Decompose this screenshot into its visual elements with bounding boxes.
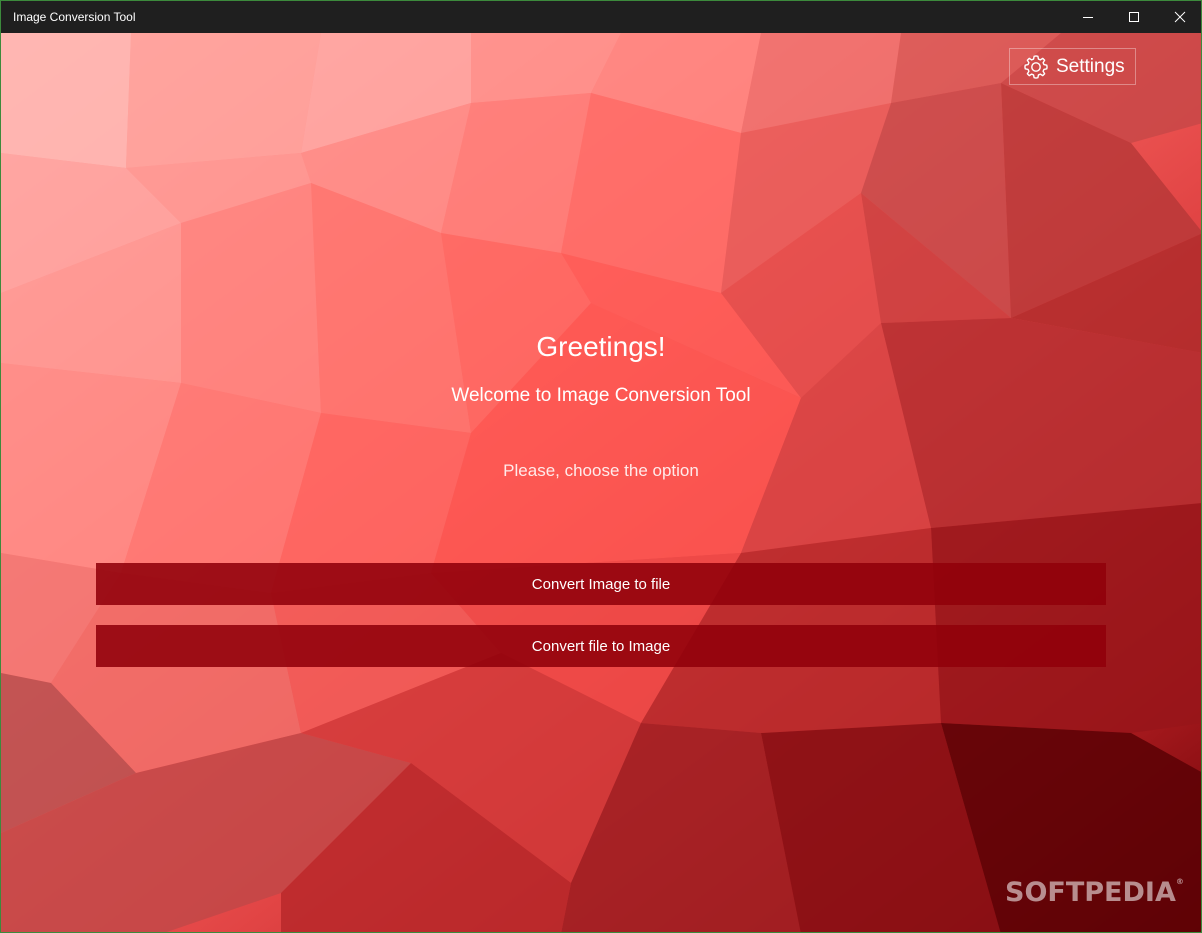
minimize-button[interactable] [1065, 1, 1111, 33]
close-icon [1174, 11, 1186, 23]
softpedia-watermark: SOFTPEDIA® [1005, 877, 1184, 908]
settings-button[interactable]: Settings [1009, 48, 1136, 85]
close-button[interactable] [1157, 1, 1201, 33]
title-bar[interactable]: Image Conversion Tool [1, 1, 1201, 33]
welcome-subtitle: Welcome to Image Conversion Tool [451, 385, 751, 406]
watermark-text: SOFTPEDIA [1005, 877, 1176, 908]
choose-option-prompt: Please, choose the option [503, 461, 699, 480]
minimize-icon [1083, 17, 1093, 18]
app-window: Image Conversion Tool Settings Greetings… [0, 0, 1202, 933]
maximize-icon [1129, 12, 1139, 22]
watermark-registered-mark: ® [1175, 877, 1184, 886]
convert-image-to-file-button[interactable]: Convert Image to file [96, 563, 1106, 605]
greeting-title: Greetings! [536, 331, 666, 362]
convert-file-to-image-button[interactable]: Convert file to Image [96, 625, 1106, 667]
main-content: Settings Greetings! Welcome to Image Con… [1, 33, 1201, 932]
window-title: Image Conversion Tool [13, 10, 136, 24]
settings-label: Settings [1056, 55, 1125, 77]
low-poly-background [1, 33, 1201, 932]
maximize-button[interactable] [1111, 1, 1157, 33]
gear-icon [1024, 54, 1048, 79]
